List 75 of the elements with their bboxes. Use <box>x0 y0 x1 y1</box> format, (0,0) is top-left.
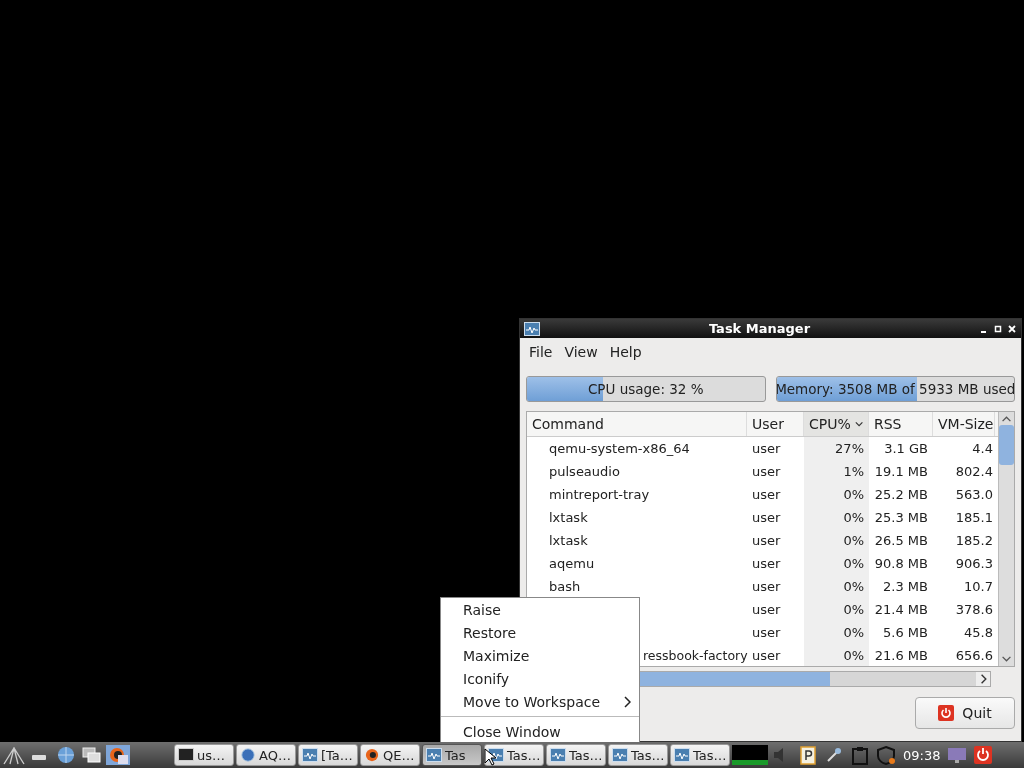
vm-size-cell: 378.6 <box>955 602 993 617</box>
command-cell: qemu-system-x86_64 <box>549 441 690 456</box>
user-cell: user <box>752 602 781 617</box>
clock[interactable]: 09:38 <box>900 747 944 763</box>
column-header[interactable]: RSS <box>869 412 933 436</box>
column-header[interactable]: VM-Size <box>933 412 995 436</box>
cpu-cell: 0% <box>843 648 864 663</box>
context-menu-item[interactable]: Iconify <box>441 667 639 690</box>
taskbar-button[interactable]: AQ… <box>236 744 296 766</box>
user-cell: user <box>752 441 781 456</box>
cpu-usage-label: CPU usage: 32 % <box>587 381 704 397</box>
cpu-cell: 0% <box>843 487 864 502</box>
context-menu-item[interactable]: Raise <box>441 598 639 621</box>
window-title: Task Manager <box>707 321 812 336</box>
user-cell: user <box>752 510 781 525</box>
cpu-cell: 0% <box>843 510 864 525</box>
taskbar-button[interactable]: Tas <box>422 744 482 766</box>
cpu-cell: 27% <box>835 441 864 456</box>
taskbar-button[interactable]: [Ta… <box>298 744 358 766</box>
context-menu-item[interactable]: Close Window <box>441 720 639 743</box>
command-cell: mintreport-tray <box>549 487 650 502</box>
taskbar-button[interactable]: Tas… <box>670 744 730 766</box>
taskbar-button[interactable]: QE… <box>360 744 420 766</box>
menu-item[interactable]: File <box>524 342 558 362</box>
vm-size-cell: 4.4 <box>972 441 993 456</box>
context-menu-item[interactable]: Move to Workspace <box>441 690 639 713</box>
user-cell: user <box>752 487 781 502</box>
rss-cell: 2.3 MB <box>883 579 928 594</box>
vm-size-cell: 185.1 <box>955 510 993 525</box>
vm-size-cell: 45.8 <box>964 625 993 640</box>
command-cell: ressbook-factory <box>643 648 748 663</box>
context-menu-item[interactable]: Maximize <box>441 644 639 667</box>
menu-item[interactable]: Help <box>604 342 647 362</box>
taskbar-button[interactable]: Tas… <box>484 744 544 766</box>
cpu-cell: 0% <box>843 625 864 640</box>
rss-cell: 90.8 MB <box>874 556 928 571</box>
vm-size-cell: 802.4 <box>955 464 993 479</box>
cpu-cell: 1% <box>843 464 864 479</box>
column-header[interactable]: Command <box>527 412 747 436</box>
cpu-cell: 0% <box>843 556 864 571</box>
rss-cell: 26.5 MB <box>874 533 928 548</box>
command-cell: lxtask <box>549 533 588 548</box>
vm-size-cell: 906.3 <box>955 556 993 571</box>
taskbar-button[interactable]: Tas… <box>546 744 606 766</box>
command-cell: lxtask <box>549 510 588 525</box>
user-cell: user <box>752 648 781 663</box>
rss-cell: 21.6 MB <box>874 648 928 663</box>
cpu-cell: 0% <box>843 602 864 617</box>
rss-cell: 19.1 MB <box>874 464 928 479</box>
user-cell: user <box>752 579 781 594</box>
memory-usage-label: Memory: 3508 MB of 5933 MB used <box>776 381 1014 397</box>
vm-size-cell: 563.0 <box>955 487 993 502</box>
rss-cell: 21.4 MB <box>874 602 928 617</box>
user-cell: user <box>752 533 781 548</box>
menu-item[interactable]: View <box>559 342 603 362</box>
user-cell: user <box>752 625 781 640</box>
taskbar-button[interactable]: Tas… <box>608 744 668 766</box>
command-cell: bash <box>549 579 581 594</box>
user-cell: user <box>752 464 781 479</box>
command-cell: pulseaudio <box>549 464 620 479</box>
rss-cell: 25.2 MB <box>874 487 928 502</box>
command-cell: aqemu <box>549 556 595 571</box>
rss-cell: 3.1 GB <box>884 441 928 456</box>
user-cell: user <box>752 556 781 571</box>
rss-cell: 25.3 MB <box>874 510 928 525</box>
cpu-cell: 0% <box>843 579 864 594</box>
vm-size-cell: 185.2 <box>955 533 993 548</box>
context-menu-item[interactable]: Restore <box>441 621 639 644</box>
vm-size-cell: 656.6 <box>955 648 993 663</box>
quit-button[interactable]: Quit <box>915 697 1015 729</box>
cpu-cell: 0% <box>843 533 864 548</box>
column-header[interactable]: CPU% <box>804 412 869 436</box>
taskbar-button[interactable]: us… <box>174 744 234 766</box>
rss-cell: 5.6 MB <box>883 625 928 640</box>
vm-size-cell: 10.7 <box>964 579 993 594</box>
